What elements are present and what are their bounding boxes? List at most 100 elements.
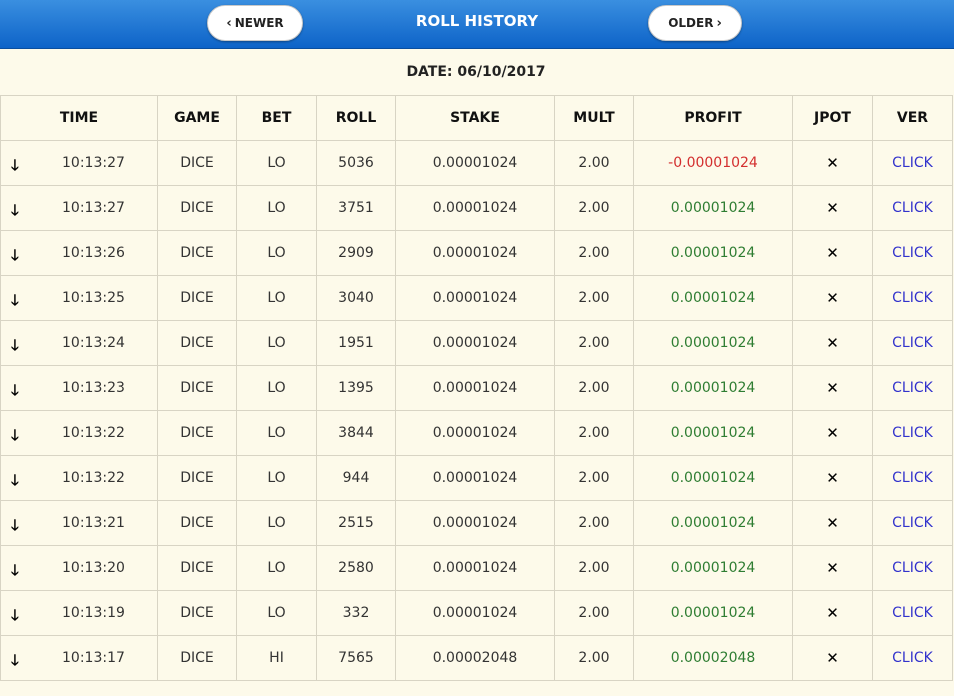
roll-time: 10:13:20 — [62, 560, 125, 576]
ver-cell: CLICK — [872, 590, 953, 636]
close-icon: ✕ — [826, 289, 839, 307]
time-cell: 🡓 10:13:25 — [0, 275, 158, 321]
profit-cell: 0.00001024 — [633, 500, 793, 546]
table-row: 🡓 10:13:17 DICE HI 7565 0.00002048 2.00 0.00002… — [0, 635, 953, 681]
jpot-cell: ✕ — [792, 635, 873, 681]
arrow-down-icon: 🡓 — [11, 336, 19, 354]
table-header-row: TIME GAME BET ROLL STAKE MULT PROFIT JPO… — [0, 95, 953, 141]
column-header-bet: BET — [236, 95, 317, 141]
jpot-cell: ✕ — [792, 455, 873, 501]
verify-link[interactable]: CLICK — [892, 650, 933, 666]
roll-time: 10:13:27 — [62, 200, 125, 216]
profit-cell: 0.00001024 — [633, 410, 793, 456]
verify-link[interactable]: CLICK — [892, 470, 933, 486]
jpot-cell: ✕ — [792, 275, 873, 321]
arrow-down-icon: 🡓 — [11, 156, 19, 174]
arrow-down-icon: 🡓 — [11, 606, 19, 624]
verify-link[interactable]: CLICK — [892, 605, 933, 621]
verify-link[interactable]: CLICK — [892, 380, 933, 396]
jpot-cell: ✕ — [792, 320, 873, 366]
arrow-down-icon: 🡓 — [11, 201, 19, 219]
mult-cell: 2.00 — [554, 500, 634, 546]
game-cell: DICE — [157, 455, 237, 501]
header-bar: ‹ NEWER ROLL HISTORY OLDER › — [0, 0, 954, 49]
roll-time: 10:13:26 — [62, 245, 125, 261]
roll-time: 10:13:27 — [62, 155, 125, 171]
verify-link[interactable]: CLICK — [892, 290, 933, 306]
profit-cell: 0.00002048 — [633, 635, 793, 681]
ver-cell: CLICK — [872, 140, 953, 186]
stake-cell: 0.00002048 — [395, 635, 555, 681]
close-icon: ✕ — [826, 514, 839, 532]
profit-cell: 0.00001024 — [633, 455, 793, 501]
ver-cell: CLICK — [872, 275, 953, 321]
mult-cell: 2.00 — [554, 410, 634, 456]
older-button[interactable]: OLDER › — [648, 5, 742, 41]
roll-cell: 2909 — [316, 230, 396, 276]
close-icon: ✕ — [826, 199, 839, 217]
column-header-mult: MULT — [554, 95, 634, 141]
close-icon: ✕ — [826, 469, 839, 487]
bet-cell: LO — [236, 320, 317, 366]
stake-cell: 0.00001024 — [395, 545, 555, 591]
ver-cell: CLICK — [872, 410, 953, 456]
arrow-down-icon: 🡓 — [11, 246, 19, 264]
jpot-cell: ✕ — [792, 410, 873, 456]
roll-history-table: TIME GAME BET ROLL STAKE MULT PROFIT JPO… — [0, 95, 953, 681]
mult-cell: 2.00 — [554, 590, 634, 636]
bet-cell: LO — [236, 140, 317, 186]
bet-cell: LO — [236, 545, 317, 591]
time-cell: 🡓 10:13:20 — [0, 545, 158, 591]
roll-cell: 3844 — [316, 410, 396, 456]
mult-cell: 2.00 — [554, 635, 634, 681]
verify-link[interactable]: CLICK — [892, 425, 933, 441]
mult-cell: 2.00 — [554, 545, 634, 591]
close-icon: ✕ — [826, 334, 839, 352]
bet-cell: LO — [236, 590, 317, 636]
game-cell: DICE — [157, 635, 237, 681]
bet-cell: LO — [236, 365, 317, 411]
verify-link[interactable]: CLICK — [892, 335, 933, 351]
mult-cell: 2.00 — [554, 320, 634, 366]
verify-link[interactable]: CLICK — [892, 200, 933, 216]
ver-cell: CLICK — [872, 185, 953, 231]
stake-cell: 0.00001024 — [395, 410, 555, 456]
chevron-right-icon: › — [716, 15, 722, 31]
arrow-down-icon: 🡓 — [11, 561, 19, 579]
stake-cell: 0.00001024 — [395, 455, 555, 501]
column-header-jpot: JPOT — [792, 95, 873, 141]
mult-cell: 2.00 — [554, 140, 634, 186]
time-cell: 🡓 10:13:26 — [0, 230, 158, 276]
table-row: 🡓 10:13:24 DICE LO 1951 0.00001024 2.00 0.00001… — [0, 320, 953, 366]
verify-link[interactable]: CLICK — [892, 245, 933, 261]
stake-cell: 0.00001024 — [395, 185, 555, 231]
bet-cell: LO — [236, 230, 317, 276]
verify-link[interactable]: CLICK — [892, 515, 933, 531]
jpot-cell: ✕ — [792, 230, 873, 276]
roll-cell: 3040 — [316, 275, 396, 321]
jpot-cell: ✕ — [792, 545, 873, 591]
profit-cell: 0.00001024 — [633, 230, 793, 276]
time-cell: 🡓 10:13:24 — [0, 320, 158, 366]
profit-cell: 0.00001024 — [633, 185, 793, 231]
roll-cell: 3751 — [316, 185, 396, 231]
column-header-stake: STAKE — [395, 95, 555, 141]
older-button-label: OLDER — [668, 16, 714, 30]
verify-link[interactable]: CLICK — [892, 155, 933, 171]
time-cell: 🡓 10:13:21 — [0, 500, 158, 546]
roll-time: 10:13:22 — [62, 470, 125, 486]
profit-cell: 0.00001024 — [633, 545, 793, 591]
column-header-roll: ROLL — [316, 95, 396, 141]
ver-cell: CLICK — [872, 500, 953, 546]
verify-link[interactable]: CLICK — [892, 560, 933, 576]
time-cell: 🡓 10:13:22 — [0, 410, 158, 456]
roll-cell: 2515 — [316, 500, 396, 546]
roll-time: 10:13:21 — [62, 515, 125, 531]
close-icon: ✕ — [826, 244, 839, 262]
game-cell: DICE — [157, 230, 237, 276]
page-title: ROLL HISTORY — [415, 12, 539, 30]
game-cell: DICE — [157, 410, 237, 456]
arrow-down-icon: 🡓 — [11, 516, 19, 534]
game-cell: DICE — [157, 365, 237, 411]
bet-cell: LO — [236, 275, 317, 321]
